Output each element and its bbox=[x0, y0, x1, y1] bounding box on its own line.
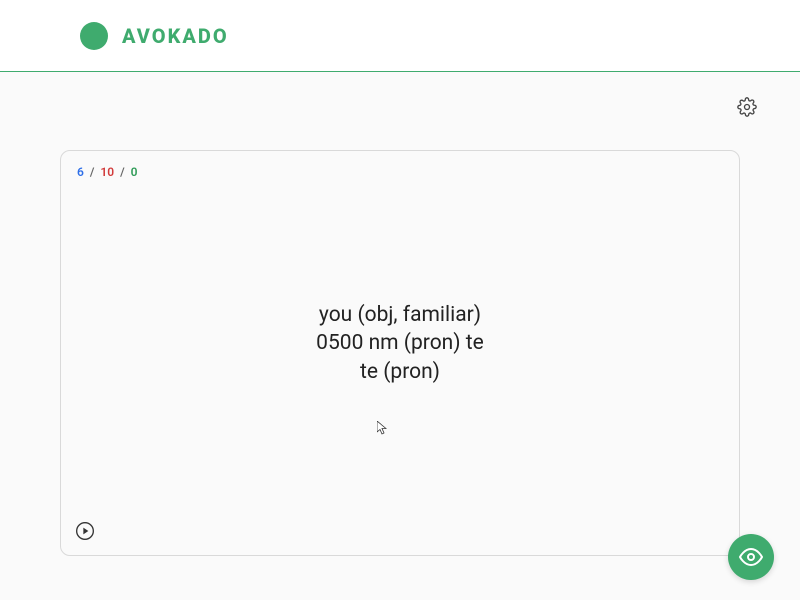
eye-icon bbox=[739, 545, 763, 569]
logo-icon bbox=[80, 22, 108, 50]
stat-review: 0 bbox=[131, 165, 138, 179]
play-audio-button[interactable] bbox=[73, 519, 97, 543]
stat-new: 6 bbox=[77, 165, 84, 179]
stat-separator: / bbox=[120, 165, 125, 179]
stat-learning: 10 bbox=[100, 165, 114, 179]
card-line-1: you (obj, familiar) bbox=[61, 301, 739, 329]
card-line-3: te (pron) bbox=[61, 358, 739, 386]
main-content: 6 / 10 / 0 you (obj, familiar) 0500 nm (… bbox=[0, 72, 800, 556]
gear-icon bbox=[737, 97, 757, 117]
reveal-answer-button[interactable] bbox=[728, 534, 774, 580]
card-text: you (obj, familiar) 0500 nm (pron) te te… bbox=[61, 301, 739, 386]
header: AVOKADO bbox=[0, 0, 800, 72]
card-line-2: 0500 nm (pron) te bbox=[61, 329, 739, 357]
flashcard[interactable]: 6 / 10 / 0 you (obj, familiar) 0500 nm (… bbox=[60, 150, 740, 556]
stat-separator: / bbox=[90, 165, 95, 179]
progress-stats: 6 / 10 / 0 bbox=[77, 165, 723, 179]
settings-button[interactable] bbox=[734, 94, 760, 120]
play-circle-icon bbox=[75, 521, 95, 541]
brand-name: AVOKADO bbox=[122, 24, 229, 48]
